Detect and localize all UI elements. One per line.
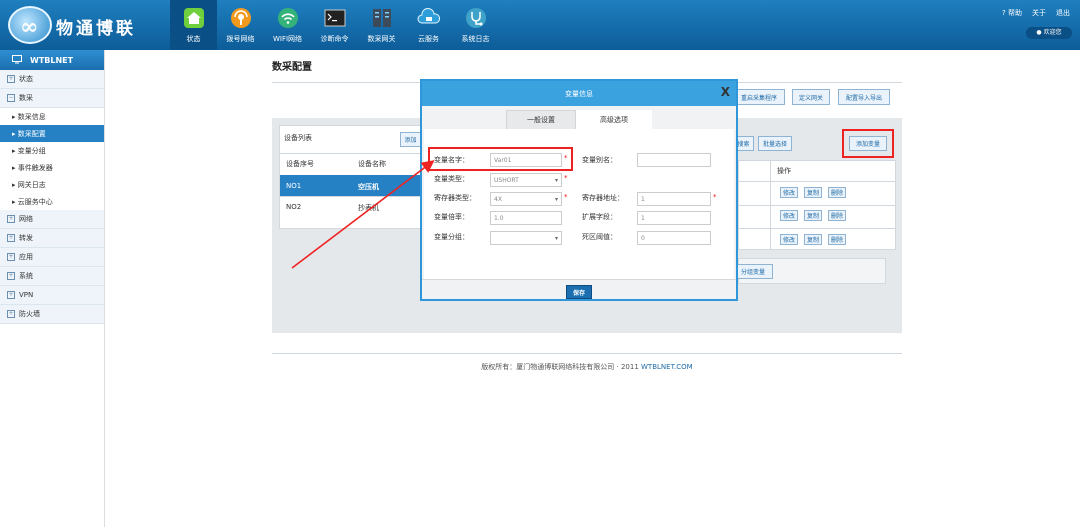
annotation-arrow — [291, 160, 435, 269]
